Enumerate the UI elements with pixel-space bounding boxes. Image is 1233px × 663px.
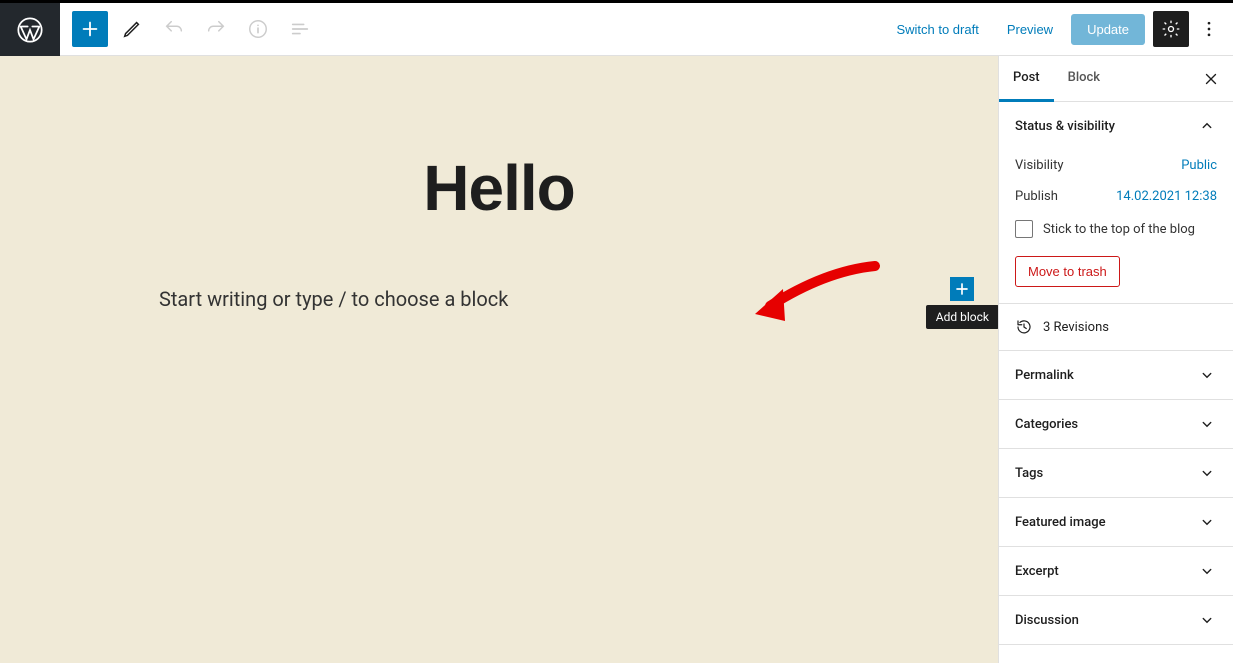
visibility-value[interactable]: Public: [1181, 158, 1217, 173]
info-button[interactable]: [240, 11, 276, 47]
wordpress-logo[interactable]: [0, 3, 60, 56]
update-button[interactable]: Update: [1071, 14, 1145, 45]
panel-status-visibility[interactable]: Status & visibility: [999, 102, 1233, 150]
settings-sidebar: Post Block Status & visibility Visibilit…: [998, 56, 1233, 663]
panel-featured-image[interactable]: Featured image: [999, 498, 1233, 546]
chevron-down-icon: [1197, 414, 1217, 434]
switch-to-draft-button[interactable]: Switch to draft: [886, 16, 988, 43]
chevron-down-icon: [1197, 610, 1217, 630]
panel-categories[interactable]: Categories: [999, 400, 1233, 448]
panel-discussion[interactable]: Discussion: [999, 596, 1233, 644]
visibility-label: Visibility: [1015, 158, 1064, 173]
plus-icon: [952, 279, 972, 299]
editor-toolbar: Switch to draft Preview Update: [60, 3, 1233, 56]
gear-icon: [1161, 19, 1181, 39]
close-sidebar-button[interactable]: [1195, 63, 1227, 95]
tab-block[interactable]: Block: [1054, 56, 1114, 102]
redo-button[interactable]: [198, 11, 234, 47]
redo-icon: [205, 18, 227, 40]
list-view-icon: [289, 18, 311, 40]
outline-button[interactable]: [282, 11, 318, 47]
panel-title: Excerpt: [1015, 564, 1059, 579]
tab-post[interactable]: Post: [999, 56, 1054, 102]
dots-vertical-icon: [1199, 19, 1219, 39]
settings-toggle-button[interactable]: [1153, 11, 1189, 47]
info-icon: [247, 18, 269, 40]
add-block-inline-button[interactable]: [950, 277, 974, 301]
editor-canvas[interactable]: Hello Start writing or type / to choose …: [0, 56, 998, 663]
chevron-down-icon: [1197, 365, 1217, 385]
chevron-up-icon: [1197, 116, 1217, 136]
undo-button[interactable]: [156, 11, 192, 47]
panel-permalink[interactable]: Permalink: [999, 351, 1233, 399]
preview-button[interactable]: Preview: [997, 16, 1063, 43]
panel-excerpt[interactable]: Excerpt: [999, 547, 1233, 595]
chevron-down-icon: [1197, 659, 1217, 663]
block-placeholder[interactable]: Start writing or type / to choose a bloc…: [159, 287, 839, 311]
publish-label: Publish: [1015, 189, 1058, 204]
panel-title: Status & visibility: [1015, 119, 1115, 134]
panel-title: Permalink: [1015, 368, 1074, 383]
publish-value[interactable]: 14.02.2021 12:38: [1116, 189, 1217, 204]
panel-title: Discussion: [1015, 613, 1079, 628]
revisions-text: 3 Revisions: [1043, 320, 1109, 335]
panel-title: Featured image: [1015, 515, 1106, 530]
revisions-link[interactable]: 3 Revisions: [999, 304, 1233, 351]
chevron-down-icon: [1197, 512, 1217, 532]
move-to-trash-button[interactable]: Move to trash: [1015, 256, 1120, 287]
undo-icon: [163, 18, 185, 40]
tools-button[interactable]: [114, 11, 150, 47]
wordpress-icon: [16, 16, 44, 44]
chevron-down-icon: [1197, 463, 1217, 483]
more-options-button[interactable]: [1197, 11, 1221, 47]
post-title[interactable]: Hello: [159, 151, 839, 225]
add-block-tooltip: Add block: [926, 305, 998, 329]
stick-checkbox[interactable]: [1015, 220, 1033, 238]
stick-label: Stick to the top of the blog: [1043, 222, 1195, 237]
add-block-toolbar-button[interactable]: [72, 11, 108, 47]
panel-title: Categories: [1015, 417, 1078, 432]
close-icon: [1202, 70, 1220, 88]
panel-title: Tags: [1015, 466, 1043, 481]
panel-tags[interactable]: Tags: [999, 449, 1233, 497]
history-icon: [1015, 318, 1033, 336]
chevron-down-icon: [1197, 561, 1217, 581]
plus-icon: [79, 18, 101, 40]
panel-post-attributes[interactable]: Post Attributes: [999, 645, 1233, 663]
pencil-icon: [121, 18, 143, 40]
